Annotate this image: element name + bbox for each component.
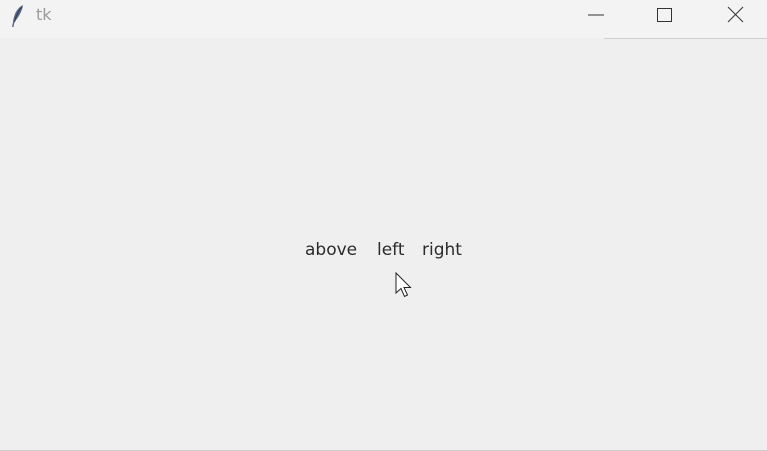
close-button[interactable] [712, 0, 758, 30]
close-icon [727, 6, 744, 23]
label-right: right [422, 240, 462, 260]
minimize-button[interactable] [573, 0, 619, 30]
window-title: tk [36, 5, 52, 24]
minimize-icon [588, 14, 604, 16]
label-above: above [305, 240, 358, 260]
window-content: above left right [0, 39, 767, 450]
tk-window: tk above left right [0, 0, 767, 451]
label-left: left [377, 240, 405, 260]
maximize-icon [657, 8, 672, 22]
maximize-button[interactable] [641, 0, 687, 30]
mouse-pointer-icon [395, 271, 415, 300]
title-bar[interactable]: tk [0, 0, 767, 38]
feather-icon [8, 4, 28, 28]
